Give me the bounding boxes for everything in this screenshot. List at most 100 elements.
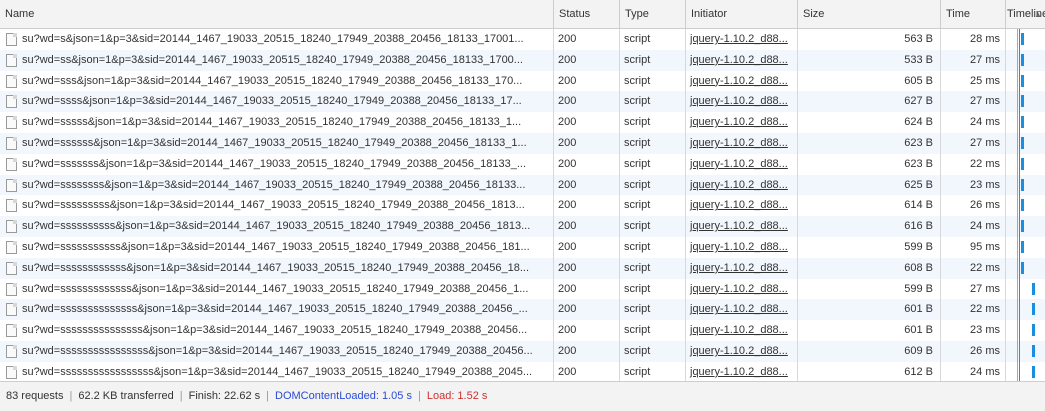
request-name[interactable]: su?wd=ss&json=1&p=3&sid=20144_1467_19033… [0,50,553,71]
request-name[interactable]: su?wd=ssssssssssssss&json=1&p=3&sid=2014… [0,299,553,320]
table-row[interactable]: su?wd=ss&json=1&p=3&sid=20144_1467_19033… [0,49,1045,71]
request-initiator-link[interactable]: jquery-1.10.2_d88... [685,133,797,154]
table-row[interactable]: su?wd=sss&json=1&p=3&sid=20144_1467_1903… [0,70,1045,92]
request-name[interactable]: su?wd=s&json=1&p=3&sid=20144_1467_19033_… [0,29,553,50]
table-row[interactable]: su?wd=ssssssssss&json=1&p=3&sid=20144_14… [0,216,1045,237]
request-type: script [624,324,651,337]
network-request-list: su?wd=s&json=1&p=3&sid=20144_1467_19033_… [0,29,1045,381]
request-time: 25 ms [970,74,1000,87]
timeline-bar [1032,324,1035,337]
request-type: script [624,282,651,295]
table-row[interactable]: su?wd=sssss&json=1&p=3&sid=20144_1467_19… [0,112,1045,133]
table-row[interactable]: su?wd=ssssssssssss&json=1&p=3&sid=20144_… [0,257,1045,279]
timeline-bar [1021,137,1024,149]
table-row[interactable]: su?wd=ssssssss&json=1&p=3&sid=20144_1467… [0,174,1045,196]
request-timeline [1005,175,1045,196]
request-name[interactable]: su?wd=ssssssssssssssss&json=1&p=3&sid=20… [0,341,553,362]
request-initiator-link[interactable]: jquery-1.10.2_d88... [685,71,797,92]
request-initiator-link[interactable]: jquery-1.10.2_d88... [685,112,797,133]
column-header-name[interactable]: Name [0,0,553,29]
request-name[interactable]: su?wd=ssssssss&json=1&p=3&sid=20144_1467… [0,175,553,196]
request-initiator-link[interactable]: jquery-1.10.2_d88... [685,195,797,216]
column-header-size[interactable]: Size [797,0,940,29]
request-name[interactable]: su?wd=sssssssssssssss&json=1&p=3&sid=201… [0,320,553,341]
table-row[interactable]: su?wd=sssssss&json=1&p=3&sid=20144_1467_… [0,153,1045,175]
request-name[interactable]: su?wd=ssssssssssss&json=1&p=3&sid=20144_… [0,258,553,279]
file-icon [6,241,17,254]
table-row[interactable]: su?wd=ssss&json=1&p=3&sid=20144_1467_190… [0,91,1045,113]
request-name[interactable]: su?wd=sssssssssssss&json=1&p=3&sid=20144… [0,279,553,300]
request-initiator-link[interactable]: jquery-1.10.2_d88... [685,320,797,341]
request-initiator-link[interactable]: jquery-1.10.2_d88... [685,279,797,300]
request-time: 26 ms [970,345,1000,357]
table-row[interactable]: su?wd=sssssssssssssss&json=1&p=3&sid=201… [0,320,1045,341]
request-size: 533 B [904,53,933,66]
request-name[interactable]: su?wd=sssss&json=1&p=3&sid=20144_1467_19… [0,112,553,133]
request-name[interactable]: su?wd=sssssssssss&json=1&p=3&sid=20144_1… [0,237,553,258]
timeline-bar [1021,199,1024,212]
file-icon [6,345,17,358]
request-type: script [624,116,651,129]
request-size: 624 B [904,116,933,129]
request-initiator-link[interactable]: jquery-1.10.2_d88... [685,299,797,320]
column-divider [797,29,798,381]
request-name-text: su?wd=sss&json=1&p=3&sid=20144_1467_1903… [22,74,523,87]
column-header-initiator[interactable]: Initiator [685,0,797,29]
request-type: script [624,241,651,253]
table-row[interactable]: su?wd=ssssssssssssss&json=1&p=3&sid=2014… [0,299,1045,321]
request-name[interactable]: su?wd=sss&json=1&p=3&sid=20144_1467_1903… [0,71,553,92]
request-size: 601 B [904,303,933,316]
request-time: 24 ms [970,220,1000,233]
table-row[interactable]: su?wd=ssssss&json=1&p=3&sid=20144_1467_1… [0,133,1045,154]
request-type: script [624,199,651,212]
table-row[interactable]: su?wd=sssssssssss&json=1&p=3&sid=20144_1… [0,237,1045,258]
request-timeline [1005,50,1045,71]
load-time: Load: 1.52 s [426,390,488,402]
column-header-time[interactable]: Time [940,0,1005,29]
request-type: script [624,74,651,87]
request-status: 200 [558,324,577,337]
file-icon [6,303,17,317]
request-type: script [624,365,651,378]
request-name[interactable]: su?wd=ssss&json=1&p=3&sid=20144_1467_190… [0,91,553,112]
table-row[interactable]: su?wd=sssssssssssssssss&json=1&p=3&sid=2… [0,361,1045,381]
separator: | [266,390,269,402]
request-initiator-link[interactable]: jquery-1.10.2_d88... [685,216,797,237]
column-header-status[interactable]: Status [553,0,619,29]
request-size: 601 B [904,324,933,337]
request-initiator-link[interactable]: jquery-1.10.2_d88... [685,362,797,381]
request-name-text: su?wd=sssssssssss&json=1&p=3&sid=20144_1… [22,241,530,253]
request-name[interactable]: su?wd=sssssssssssssssss&json=1&p=3&sid=2… [0,362,553,381]
request-time: 95 ms [970,241,1000,253]
request-timeline [1005,133,1045,154]
column-divider [685,29,686,381]
request-type: script [624,157,651,170]
transferred-size: 62.2 KB transferred [78,390,174,402]
request-initiator-link[interactable]: jquery-1.10.2_d88... [685,29,797,50]
request-name[interactable]: su?wd=sssssssss&json=1&p=3&sid=20144_146… [0,195,553,216]
request-initiator-link[interactable]: jquery-1.10.2_d88... [685,91,797,112]
request-initiator-link[interactable]: jquery-1.10.2_d88... [685,341,797,362]
request-initiator-link[interactable]: jquery-1.10.2_d88... [685,258,797,279]
request-type: script [624,95,651,108]
column-header-type[interactable]: Type [619,0,685,29]
table-row[interactable]: su?wd=s&json=1&p=3&sid=20144_1467_19033_… [0,29,1045,50]
request-initiator-link[interactable]: jquery-1.10.2_d88... [685,237,797,258]
request-initiator-link[interactable]: jquery-1.10.2_d88... [685,175,797,196]
request-initiator-link[interactable]: jquery-1.10.2_d88... [685,154,797,175]
request-status: 200 [558,345,577,357]
separator: | [69,390,73,402]
table-row[interactable]: su?wd=sssssssss&json=1&p=3&sid=20144_146… [0,195,1045,217]
table-row[interactable]: su?wd=sssssssssssss&json=1&p=3&sid=20144… [0,278,1045,300]
request-name[interactable]: su?wd=ssssssssss&json=1&p=3&sid=20144_14… [0,216,553,237]
request-time: 24 ms [970,365,1000,378]
timeline-bar [1021,33,1024,45]
request-time: 27 ms [970,282,1000,295]
request-initiator-link[interactable]: jquery-1.10.2_d88... [685,50,797,71]
request-time: 22 ms [970,261,1000,274]
request-name-text: su?wd=ssssssssssssss&json=1&p=3&sid=2014… [22,303,528,316]
table-row[interactable]: su?wd=ssssssssssssssss&json=1&p=3&sid=20… [0,341,1045,362]
column-header-timeline[interactable]: Timeline ▲ [1005,0,1045,29]
request-name[interactable]: su?wd=ssssss&json=1&p=3&sid=20144_1467_1… [0,133,553,154]
request-name[interactable]: su?wd=sssssss&json=1&p=3&sid=20144_1467_… [0,154,553,175]
